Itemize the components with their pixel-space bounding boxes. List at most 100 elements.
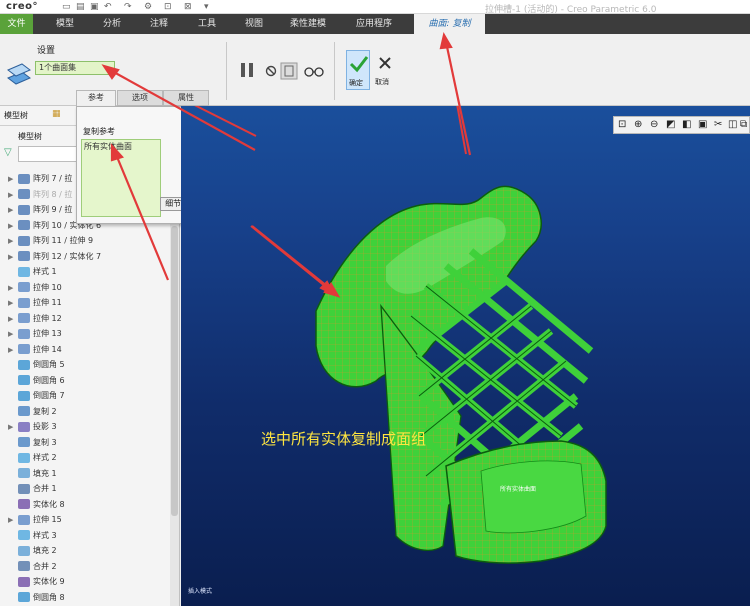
menu-flexible-modeling[interactable]: 柔性建模 [284,14,332,34]
tab-options[interactable]: 选项 [117,90,163,106]
graphics-viewport[interactable] [181,106,750,606]
expand-arrow-icon[interactable]: ▶ [8,343,18,359]
tree-item[interactable]: ▶ 拉伸 11 [8,295,62,311]
menu-annotate[interactable]: 注释 [144,14,174,34]
tree-item[interactable]: 倒圆角 7 [8,388,65,404]
expand-arrow-icon[interactable]: ▶ [8,172,18,188]
pause-icon[interactable] [239,62,255,78]
expand-arrow-icon[interactable]: ▶ [8,420,18,436]
feature-icon [18,421,30,432]
settings-label: 设置 [37,46,56,56]
expand-arrow-icon[interactable]: ▶ [8,312,18,328]
tab-properties[interactable]: 属性 [163,90,209,106]
datum-display-icon[interactable]: ◫ [728,119,737,130]
tree-item-label: 复制 3 [33,437,57,447]
tree-item[interactable]: 样式 3 [8,528,57,544]
expand-arrow-icon[interactable]: ▶ [8,296,18,312]
tree-item[interactable]: ▶ 阵列 8 / 拉 [8,187,72,203]
tree-item[interactable]: ▶ 阵列 12 / 实体化 7 [8,249,101,265]
tree-item[interactable]: ▶ 阵列 9 / 拉 [8,202,72,218]
tree-item[interactable]: 样式 2 [8,450,57,466]
quick-access-dropdown-icon[interactable]: ▾ [204,2,209,12]
tree-item[interactable]: 复制 2 [8,404,57,420]
feature-icon [18,561,30,571]
preview-geometry-icon[interactable] [280,62,298,80]
menu-applications[interactable]: 应用程序 [350,14,398,34]
menu-bar: 文件 模型 分析 注释 工具 视图 柔性建模 应用程序 曲面: 复制 [0,14,750,34]
open-file-icon[interactable]: ▤ [76,2,85,12]
expand-arrow-icon[interactable]: ▶ [8,234,18,250]
copy-references-label: 复制参考 [83,127,115,136]
tree-item[interactable]: ▶ 拉伸 14 [8,342,62,358]
tree-item[interactable]: 倒圆角 6 [8,373,65,389]
expand-arrow-icon[interactable]: ▶ [8,513,18,529]
redo-icon[interactable]: ↷ [124,2,132,12]
zoom-out-icon[interactable]: ⊖ [650,119,658,130]
view-manager-icon[interactable]: ✂ [714,119,722,130]
perspective-icon[interactable]: ⧉ [740,119,747,130]
verify-glasses-icon[interactable] [304,64,324,78]
tree-item-label: 样式 3 [33,530,57,540]
checkmark-icon [349,56,369,73]
tree-item[interactable]: 合并 2 [8,559,57,575]
feature-icon [18,359,30,370]
feature-icon [18,375,30,385]
tree-item[interactable]: ▶ 拉伸 15 [8,512,62,528]
expand-arrow-icon[interactable]: ▶ [8,281,18,297]
tree-item[interactable]: ▶ 阵列 7 / 拉 [8,171,72,187]
feature-icon [18,204,30,215]
regenerate-icon[interactable]: ⚙ [144,2,152,12]
tree-item[interactable]: ▶ 拉伸 12 [8,311,62,327]
feature-icon [18,313,30,323]
feature-icon [18,235,30,246]
saved-views-icon[interactable]: ▣ [698,119,707,130]
tab-model-tree[interactable]: 模型树 [4,110,28,121]
tree-item[interactable]: 填充 1 [8,466,57,482]
surface-set-collector[interactable]: 1个曲面集 [35,61,115,75]
tree-item-label: 拉伸 13 [33,329,62,338]
menu-model[interactable]: 模型 [50,14,80,34]
tree-item[interactable]: 填充 2 [8,543,57,559]
selected-reference-item[interactable]: 所有实体曲面 [84,141,132,152]
close-window-icon[interactable]: ⊠ [184,2,192,12]
window-icon[interactable]: ⊡ [164,2,172,12]
tree-item[interactable]: ▶ 阵列 11 / 拉伸 9 [8,233,93,249]
tab-references[interactable]: 参考 [76,90,116,106]
tab-surface-copy[interactable]: 曲面: 复制 [414,14,485,34]
no-preview-icon[interactable] [264,64,278,78]
tree-scrollbar-thumb[interactable] [171,226,178,516]
ok-button[interactable]: 确定 [346,50,370,90]
tree-item[interactable]: 复制 3 [8,435,57,451]
menu-tools[interactable]: 工具 [192,14,222,34]
menu-file[interactable]: 文件 [0,14,33,34]
new-file-icon[interactable]: ▭ [62,2,71,12]
expand-arrow-icon[interactable]: ▶ [8,327,18,343]
display-style-icon[interactable]: ◧ [682,119,691,130]
tree-item[interactable]: ▶ 拉伸 13 [8,326,62,342]
expand-arrow-icon[interactable]: ▶ [8,188,18,204]
zoom-in-icon[interactable]: ⊕ [634,119,642,130]
tree-item[interactable]: 实体化 9 [8,574,65,590]
refit-icon[interactable]: ⊡ [618,119,626,130]
folder-browser-icon[interactable]: ▦ [52,109,61,119]
filter-icon[interactable]: ▽ [4,147,12,158]
tree-item[interactable]: ▶ 拉伸 10 [8,280,62,296]
expand-arrow-icon[interactable]: ▶ [8,203,18,219]
expand-arrow-icon[interactable]: ▶ [8,219,18,235]
feature-icon [18,437,30,447]
menu-view[interactable]: 视图 [239,14,269,34]
tree-item[interactable]: 倒圆角 8 [8,590,65,606]
expand-arrow-icon[interactable]: ▶ [8,250,18,266]
undo-icon[interactable]: ↶ [104,2,112,12]
save-icon[interactable]: ▣ [90,2,99,12]
tree-item-label: 阵列 9 / 拉 [33,205,73,214]
tree-item[interactable]: 倒圆角 5 [8,357,65,373]
repaint-icon[interactable]: ◩ [666,119,675,130]
tree-item[interactable]: ▶ 投影 3 [8,419,57,435]
tree-item[interactable]: 实体化 8 [8,497,65,513]
tree-item[interactable]: 合并 1 [8,481,57,497]
cancel-button[interactable]: 取消 [373,50,397,90]
menu-analysis[interactable]: 分析 [97,14,127,34]
tree-item[interactable]: 样式 1 [8,264,57,280]
feature-icon [18,297,30,308]
